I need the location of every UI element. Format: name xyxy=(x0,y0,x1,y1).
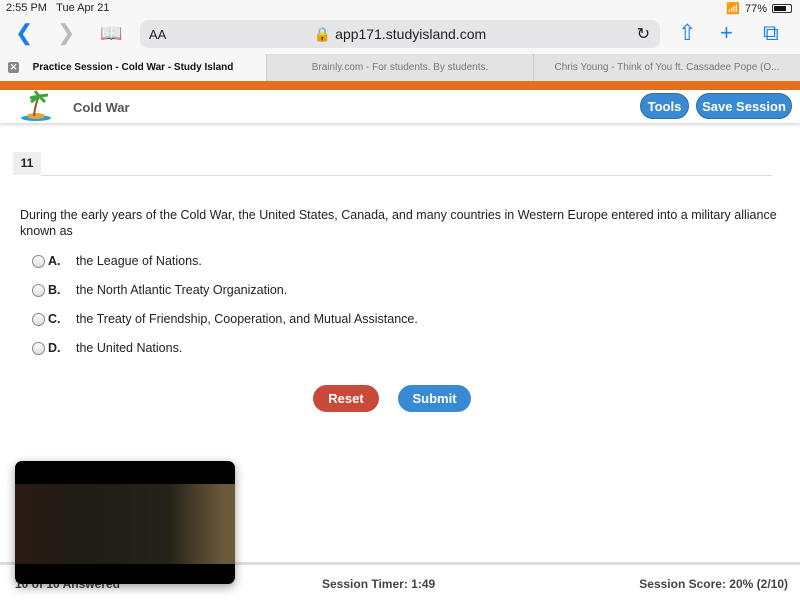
radio-button[interactable] xyxy=(32,254,45,268)
tabs-icon[interactable]: ⧉ xyxy=(763,22,779,44)
tab-bar: ✕ Practice Session - Cold War - Study Isl… xyxy=(0,54,800,81)
time: 2:55 PM xyxy=(6,2,47,14)
choice-d[interactable]: D. the United Nations. xyxy=(32,341,182,355)
wifi-icon: 📶 xyxy=(726,3,740,15)
tools-button[interactable]: Tools xyxy=(640,93,689,119)
address-bar[interactable]: AA 🔒 app171.studyisland.com ↻ xyxy=(140,20,660,48)
new-tab-icon[interactable]: + xyxy=(720,22,733,44)
battery-percent: 77% xyxy=(744,2,767,15)
url-text: app171.studyisland.com xyxy=(335,26,487,42)
app-header: Cold War Tools Save Session xyxy=(0,90,800,123)
battery-icon xyxy=(772,4,792,13)
orange-bar xyxy=(0,81,800,90)
back-icon[interactable]: ❮ xyxy=(15,22,33,44)
reset-button[interactable]: Reset xyxy=(313,385,379,412)
share-icon[interactable]: ⇧ xyxy=(678,22,696,44)
picture-in-picture-video[interactable] xyxy=(15,461,235,584)
tab-study-island[interactable]: ✕ Practice Session - Cold War - Study Isl… xyxy=(0,54,266,81)
session-score: Session Score: 20% (2/10) xyxy=(639,577,788,591)
reload-icon[interactable]: ↻ xyxy=(637,24,650,44)
browser-toolbar: ❮ ❯ 📖 AA 🔒 app171.studyisland.com ↻ ⇧ + … xyxy=(0,16,800,54)
question-number: 11 xyxy=(13,152,41,175)
video-frame xyxy=(15,484,235,564)
status-bar: 2:55 PM Tue Apr 21 📶 77% xyxy=(0,0,800,16)
date: Tue Apr 21 xyxy=(56,2,110,14)
page-title: Cold War xyxy=(73,100,130,115)
choice-c[interactable]: C. the Treaty of Friendship, Cooperation,… xyxy=(32,312,418,326)
radio-button[interactable] xyxy=(32,312,45,326)
tab-brainly[interactable]: Brainly.com - For students. By students. xyxy=(266,54,533,81)
choice-b[interactable]: B. the North Atlantic Treaty Organization… xyxy=(32,283,287,297)
divider xyxy=(41,175,772,176)
lock-icon: 🔒 xyxy=(313,26,332,42)
tab-youtube[interactable]: Chris Young - Think of You ft. Cassadee … xyxy=(533,54,800,81)
session-timer: Session Timer: 1:49 xyxy=(322,577,436,591)
bookmarks-icon[interactable]: 📖 xyxy=(100,22,122,44)
close-tab-icon[interactable]: ✕ xyxy=(8,62,19,73)
palm-tree-logo-icon xyxy=(21,90,51,121)
save-session-button[interactable]: Save Session xyxy=(696,93,792,119)
forward-icon[interactable]: ❯ xyxy=(57,22,75,44)
radio-button[interactable] xyxy=(32,283,45,297)
question-text: During the early years of the Cold War, … xyxy=(20,208,777,238)
choice-a[interactable]: A. the League of Nations. xyxy=(32,254,202,268)
submit-button[interactable]: Submit xyxy=(398,385,471,412)
radio-button[interactable] xyxy=(32,341,45,355)
